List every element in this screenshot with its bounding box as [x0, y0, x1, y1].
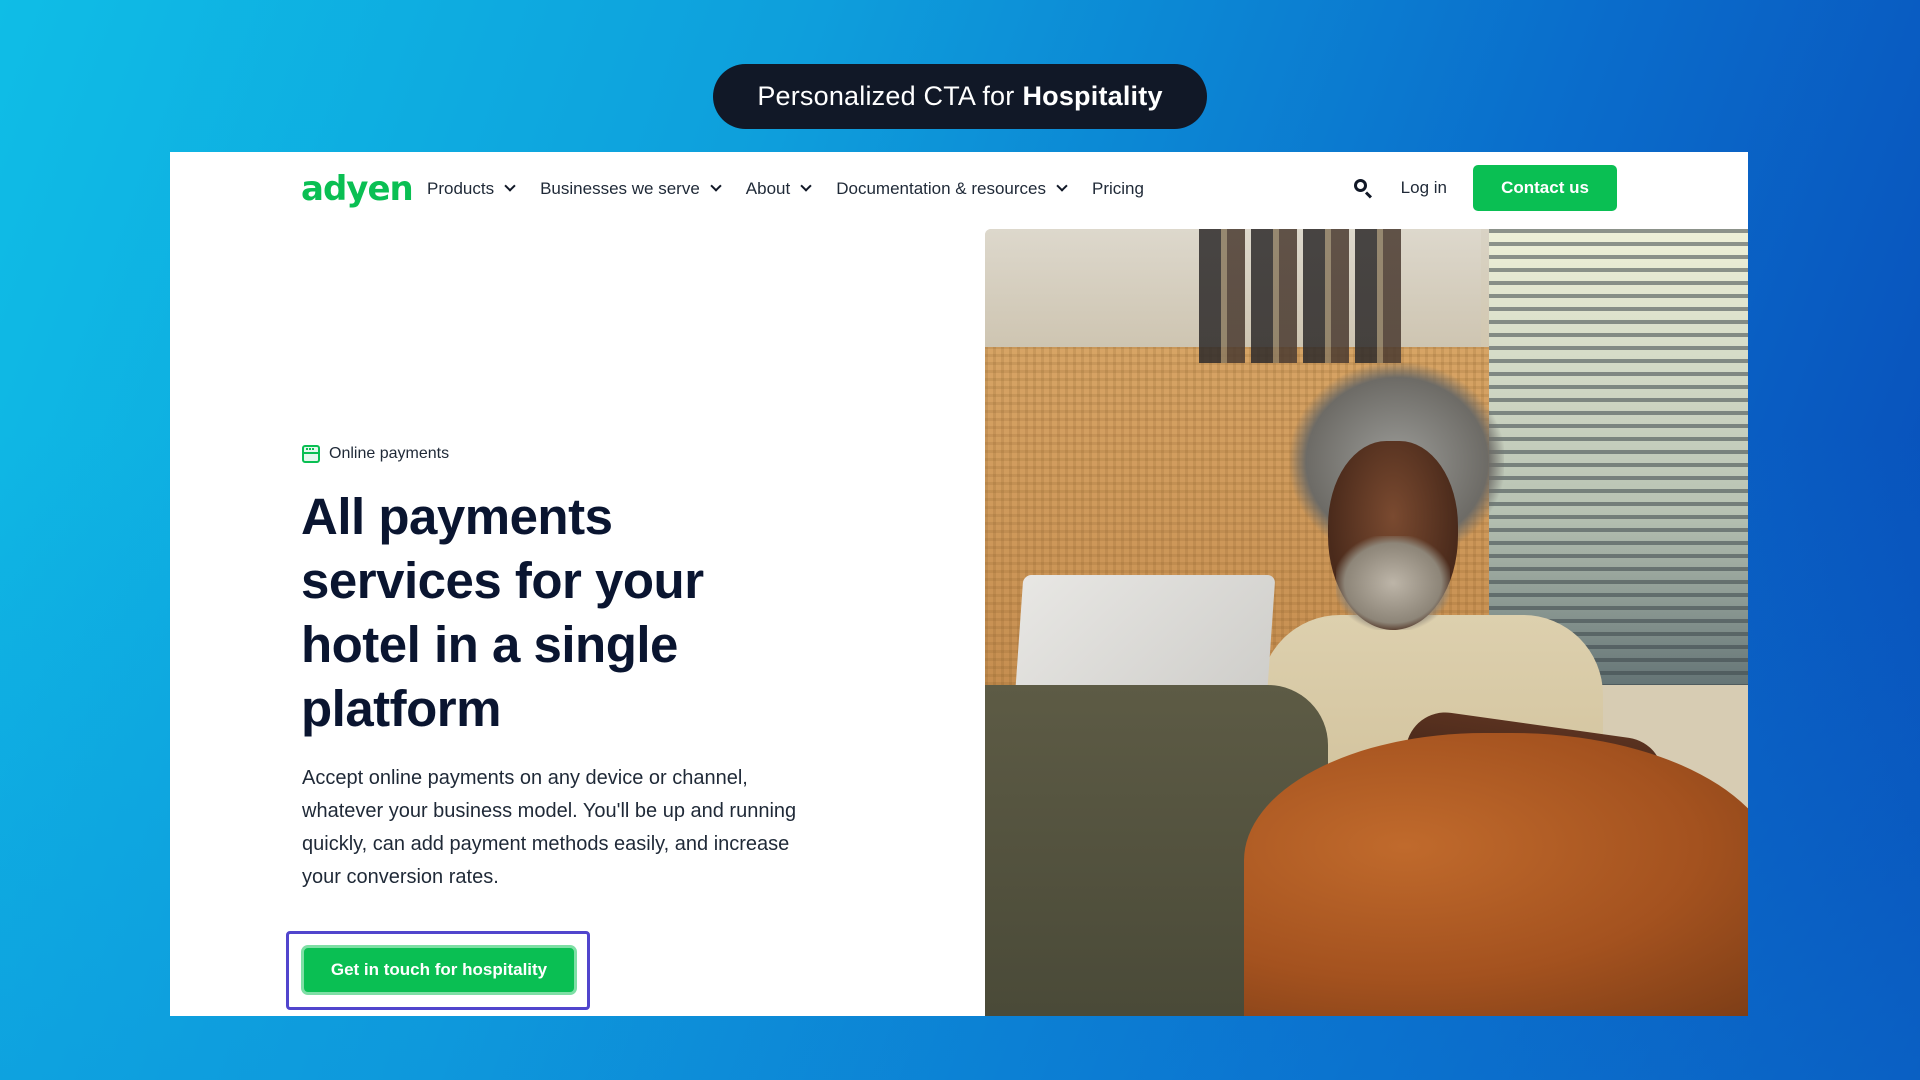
nav-item-label: Products	[427, 178, 495, 198]
chevron-down-icon	[504, 180, 516, 192]
browser-window-icon	[302, 445, 320, 463]
webpage-frame: adyen Products Businesses we serve About…	[170, 152, 1748, 1016]
login-link[interactable]: Log in	[1401, 178, 1447, 198]
navbar: adyen Products Businesses we serve About…	[170, 152, 1748, 225]
contact-us-button[interactable]: Contact us	[1473, 165, 1617, 211]
nav-item-products[interactable]: Products	[427, 178, 516, 199]
nav-item-label: Pricing	[1092, 178, 1144, 198]
nav-item-label: About	[745, 178, 791, 198]
nav-item-businesses-we-serve[interactable]: Businesses we serve	[540, 178, 722, 199]
search-icon-handle	[1364, 191, 1372, 199]
get-in-touch-hospitality-button[interactable]: Get in touch for hospitality	[301, 945, 577, 995]
eyebrow-label: Online payments	[329, 445, 450, 462]
adyen-logo[interactable]: adyen	[301, 172, 414, 206]
hero-headline: All payments services for your hotel in …	[301, 488, 704, 737]
photo-bottles	[1198, 229, 1405, 363]
chevron-down-icon	[1056, 180, 1068, 192]
nav-actions: Log in Contact us	[1351, 165, 1617, 211]
search-icon	[1353, 179, 1367, 192]
hero-image	[985, 229, 1748, 1016]
nav-item-label: Businesses we serve	[540, 178, 700, 198]
nav-item-pricing[interactable]: Pricing	[1092, 179, 1144, 199]
hero-description: Accept online payments on any device or …	[302, 767, 797, 888]
photo-dog	[1244, 732, 1748, 1016]
nav-item-label: Documentation & resources	[836, 178, 1046, 198]
chevron-down-icon	[710, 180, 722, 192]
search-button[interactable]	[1351, 176, 1375, 200]
caption-prefix: Personalized CTA for	[757, 81, 1015, 111]
nav-item-about[interactable]: About	[745, 178, 812, 199]
caption-highlight: Hospitality	[1022, 81, 1163, 111]
chevron-down-icon	[800, 180, 812, 192]
caption-pill: Personalized CTA for Hospitality	[713, 64, 1207, 129]
nav-links: Products Businesses we serve About Docum…	[427, 152, 1170, 225]
photo-beard	[1335, 535, 1451, 631]
eyebrow: Online payments	[302, 445, 449, 463]
nav-item-documentation-resources[interactable]: Documentation & resources	[836, 178, 1068, 199]
